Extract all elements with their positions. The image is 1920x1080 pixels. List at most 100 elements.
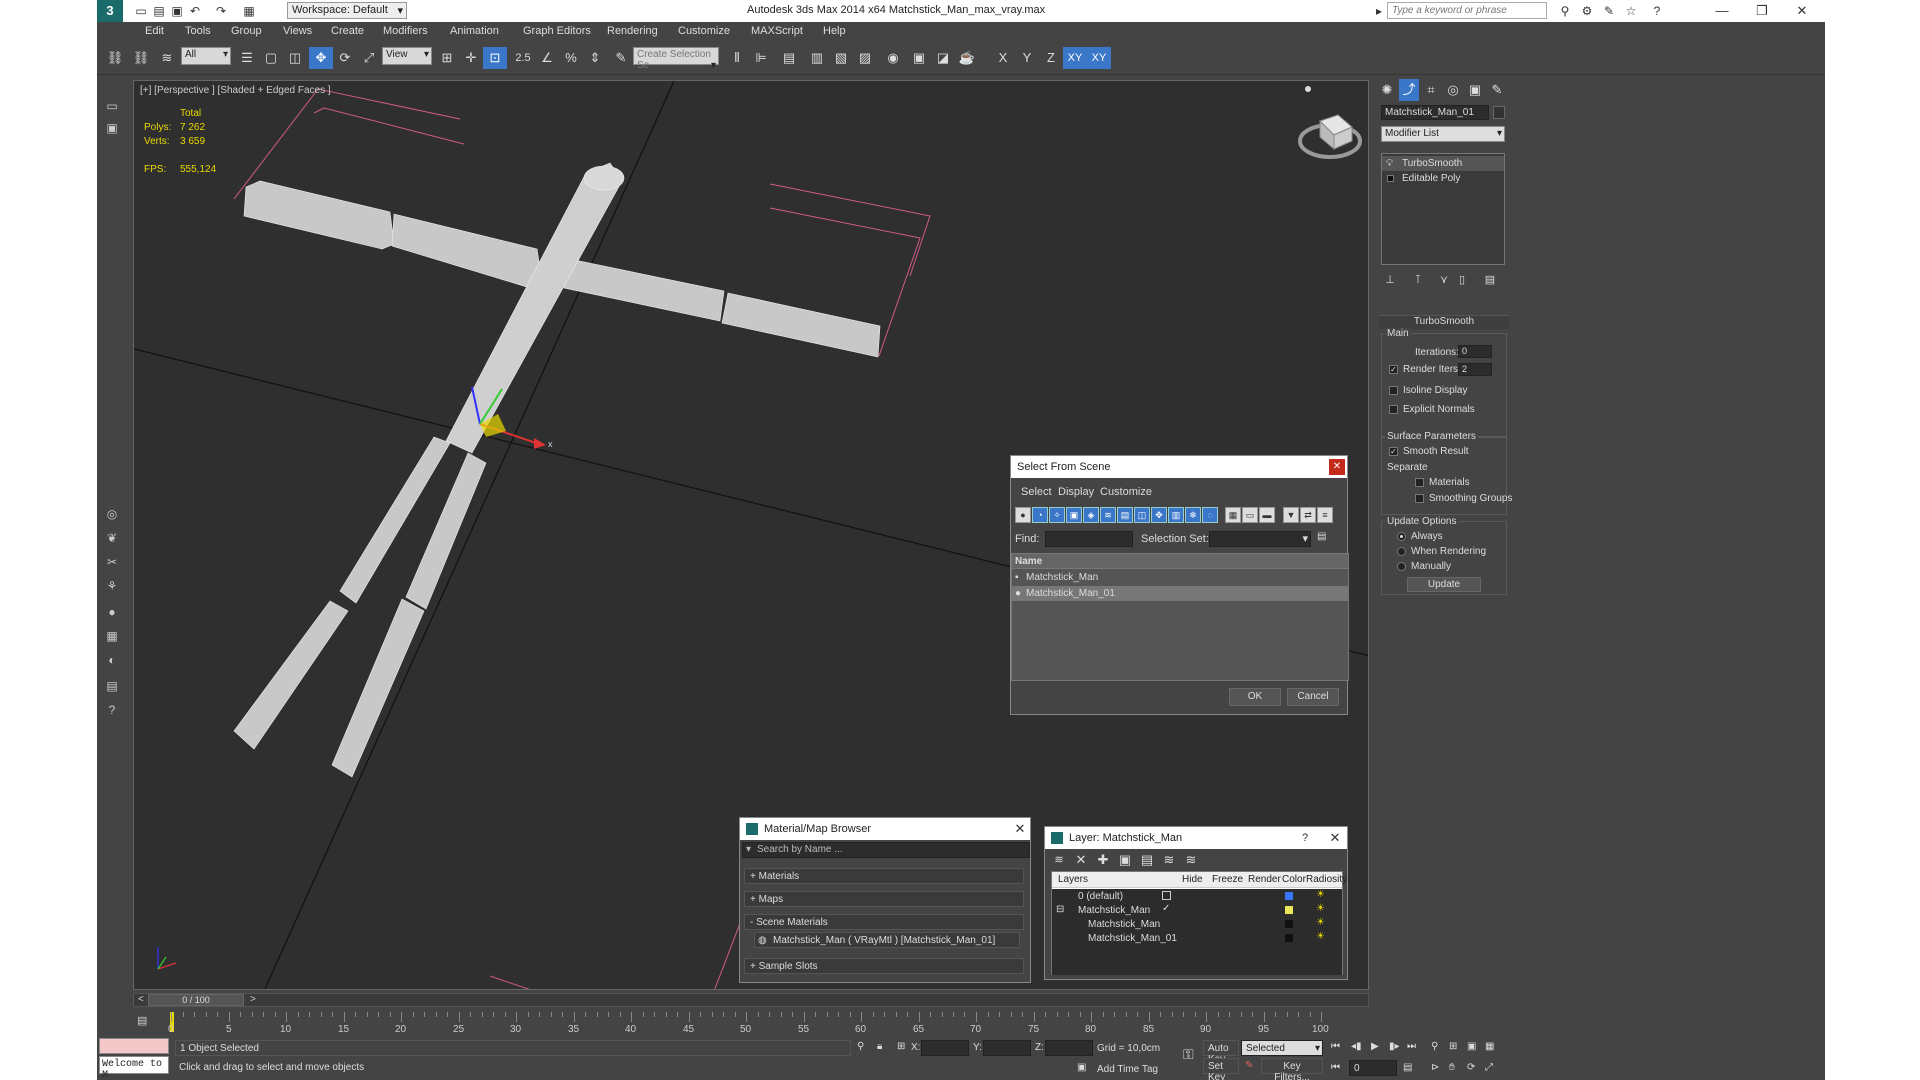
select-menu-display[interactable]: Display (1058, 486, 1094, 498)
subscription-icon[interactable]: ✎ (1601, 3, 1617, 19)
update-when-rendering-radio[interactable] (1397, 547, 1406, 556)
explicit-normals-checkbox[interactable] (1389, 405, 1398, 414)
maxscript-listener-field[interactable] (99, 1038, 169, 1054)
close-window-button[interactable]: ✕ (1787, 2, 1817, 20)
select-objects-in-layer-icon[interactable]: ▣ (1115, 851, 1135, 869)
configure-modifier-sets-icon[interactable]: ▤ (1481, 271, 1499, 289)
rendered-frame-window-icon[interactable]: ◪ (931, 47, 955, 69)
set-key-button[interactable]: Set Key (1203, 1058, 1239, 1080)
key-icon[interactable]: ⚿ (1183, 1046, 1194, 1063)
isoline-display-checkbox[interactable] (1389, 386, 1398, 395)
modify-tab-icon[interactable]: ⤴ (1399, 79, 1419, 101)
update-button[interactable]: Update (1407, 577, 1481, 592)
layer-color-swatch[interactable] (1285, 934, 1293, 942)
display-all-icon[interactable]: ▦ (1225, 507, 1241, 523)
menu-group[interactable]: Group (231, 25, 262, 37)
table-row[interactable]: Matchstick_Man_01 ☀ (1052, 931, 1342, 945)
keyboard-shortcut-override-icon[interactable]: ⊡ (483, 47, 507, 69)
select-scale-icon[interactable]: ⤢ (357, 47, 381, 69)
search-arrow-icon[interactable]: ▸ (1371, 3, 1387, 19)
select-dialog-ok-button[interactable]: OK (1229, 688, 1281, 706)
communication-center-icon[interactable]: ⚙ (1579, 3, 1595, 19)
list-header-name[interactable]: Name (1012, 554, 1348, 569)
zoom-icon[interactable]: ⚲ (1431, 1041, 1438, 1052)
object-color-swatch[interactable] (1493, 106, 1505, 119)
menu-customize[interactable]: Customize (678, 25, 730, 37)
graphite-tools-icon[interactable]: ▭ (103, 97, 121, 115)
time-config-icon[interactable]: ▤ (1403, 1062, 1412, 1073)
material-group-maps[interactable]: + Maps (744, 891, 1024, 907)
object-name-field[interactable]: Matchstick_Man_01 (1381, 105, 1489, 120)
select-dialog-close-button[interactable]: ✕ (1329, 459, 1345, 475)
create-layer-icon[interactable]: ≋ (1049, 851, 1069, 869)
turbosmooth-rollout-header[interactable]: TurboSmooth (1379, 315, 1509, 329)
table-row[interactable]: ⊟ Matchstick_Man ✓ ☀ (1052, 903, 1342, 917)
paint-brush-icon[interactable]: ❦ (103, 529, 121, 547)
zoom-extents-all-icon[interactable]: ▦ (1485, 1041, 1494, 1052)
display-lights-icon[interactable]: ✧ (1049, 507, 1065, 523)
curve-editor-mini-icon[interactable]: ▤ (137, 1014, 153, 1028)
populate-icon[interactable]: ▤ (103, 677, 121, 695)
make-unique-icon[interactable]: ⋎ (1435, 271, 1453, 289)
menu-modifiers[interactable]: Modifiers (383, 25, 428, 37)
utilities-tab-icon[interactable]: ✎ (1487, 79, 1507, 101)
time-slider-thumb[interactable]: 0 / 100 (148, 994, 244, 1006)
fur-icon[interactable]: ⚘ (103, 577, 121, 595)
modifier-stack-item[interactable]: Editable Poly (1382, 171, 1504, 186)
layer-dialog-close-button[interactable]: ✕ (1327, 830, 1343, 846)
select-by-name-icon[interactable]: ☰ (235, 47, 259, 69)
keyword-search-input[interactable]: Type a keyword or phrase (1387, 2, 1547, 19)
display-tab-icon[interactable]: ▣ (1465, 79, 1485, 101)
radiosity-icon[interactable]: ☀ (1316, 931, 1325, 942)
minimize-button[interactable]: — (1707, 2, 1737, 20)
display-bones-icon[interactable]: ✥ (1151, 507, 1167, 523)
update-manually-radio[interactable] (1397, 562, 1406, 571)
add-to-layer-icon[interactable]: ✚ (1093, 851, 1113, 869)
curve-editor-icon[interactable]: ▧ (829, 47, 853, 69)
unlink-icon[interactable]: ⛓ (129, 47, 153, 69)
update-always-radio[interactable] (1397, 532, 1406, 541)
pivot-center-icon[interactable]: ⊞ (435, 47, 459, 69)
display-shapes-icon[interactable]: ◔ (1032, 507, 1048, 523)
modifier-stack-item[interactable]: 💡︎ TurboSmooth (1382, 156, 1504, 171)
select-menu-customize[interactable]: Customize (1100, 486, 1152, 498)
scene-explorer-icon[interactable]: ▥ (805, 47, 829, 69)
display-geometry-icon[interactable]: ● (1015, 507, 1031, 523)
link-icon[interactable]: ⛓ (103, 47, 127, 69)
pan-icon[interactable]: ✋︎ (1449, 1062, 1455, 1073)
maximize-viewport-icon[interactable]: ⤢ (1485, 1062, 1493, 1073)
project-folder-icon[interactable]: ▦ (241, 3, 257, 19)
bind-spacewarp-icon[interactable]: ≋ (155, 47, 179, 69)
hide-unhide-all-icon[interactable]: ≋ (1159, 851, 1179, 869)
align-icon[interactable]: ⊫ (749, 47, 773, 69)
binoculars-icon[interactable]: ⚲ (1557, 3, 1573, 19)
named-selection-set-dropdown[interactable]: Create Selection Se ▾ (633, 47, 719, 71)
menu-create[interactable]: Create (331, 25, 364, 37)
snaps-toggle-icon[interactable]: 2.5 (511, 47, 535, 69)
help-icon[interactable]: ? (1649, 3, 1665, 19)
reference-coordinate-dropdown[interactable]: View ▾ (382, 47, 432, 65)
time-slider-prev-icon[interactable]: < (138, 994, 144, 1005)
new-file-icon[interactable]: ▭ (133, 3, 149, 19)
selection-tools-icon[interactable]: ◎ (103, 505, 121, 523)
display-none-icon[interactable]: ▭ (1242, 507, 1258, 523)
axis-constraint-z-icon[interactable]: Z (1039, 47, 1063, 69)
key-mode-dropdown[interactable]: Selected ▾ (1241, 1040, 1323, 1056)
select-object-icon[interactable]: ⬚ (211, 47, 235, 69)
material-browser-close-button[interactable]: ✕ (1012, 821, 1028, 837)
display-invert-icon[interactable]: ▬ (1259, 507, 1275, 523)
environment-icon[interactable]: ◐ (103, 651, 121, 669)
material-group-scene-materials[interactable]: - Scene Materials (744, 914, 1024, 930)
separate-smoothing-groups-checkbox[interactable] (1415, 494, 1424, 503)
angle-snap-icon[interactable]: ∠ (535, 47, 559, 69)
spinner-snap-icon[interactable]: ⇕ (583, 47, 607, 69)
expand-icon[interactable]: ⊟ (1056, 904, 1064, 915)
column-color[interactable]: Color (1282, 874, 1306, 885)
pin-stack-icon[interactable]: ⊥ (1381, 271, 1399, 289)
layer-color-swatch[interactable] (1285, 892, 1293, 900)
menu-rendering[interactable]: Rendering (607, 25, 658, 37)
menu-views[interactable]: Views (283, 25, 312, 37)
radiosity-icon[interactable]: ☀ (1316, 903, 1325, 914)
orbit-icon[interactable]: ⟳ (1467, 1062, 1475, 1073)
home-view-icon[interactable] (1305, 86, 1311, 92)
